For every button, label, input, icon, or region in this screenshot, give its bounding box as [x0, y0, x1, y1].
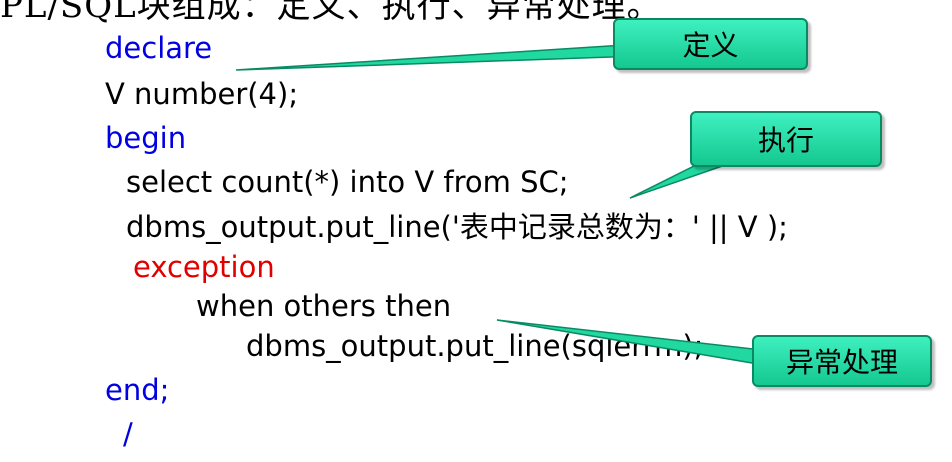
execute-callout: 执行	[690, 111, 882, 167]
callout-pointers	[235, 43, 763, 365]
exception-callout-pointer	[496, 319, 763, 365]
slide: PL/SQL块组成：定义、执行、异常处理。 declare V number(4…	[0, 0, 952, 462]
define-callout: 定义	[613, 18, 808, 70]
define-callout-pointer	[235, 43, 641, 71]
exception-callout: 异常处理	[752, 335, 932, 387]
